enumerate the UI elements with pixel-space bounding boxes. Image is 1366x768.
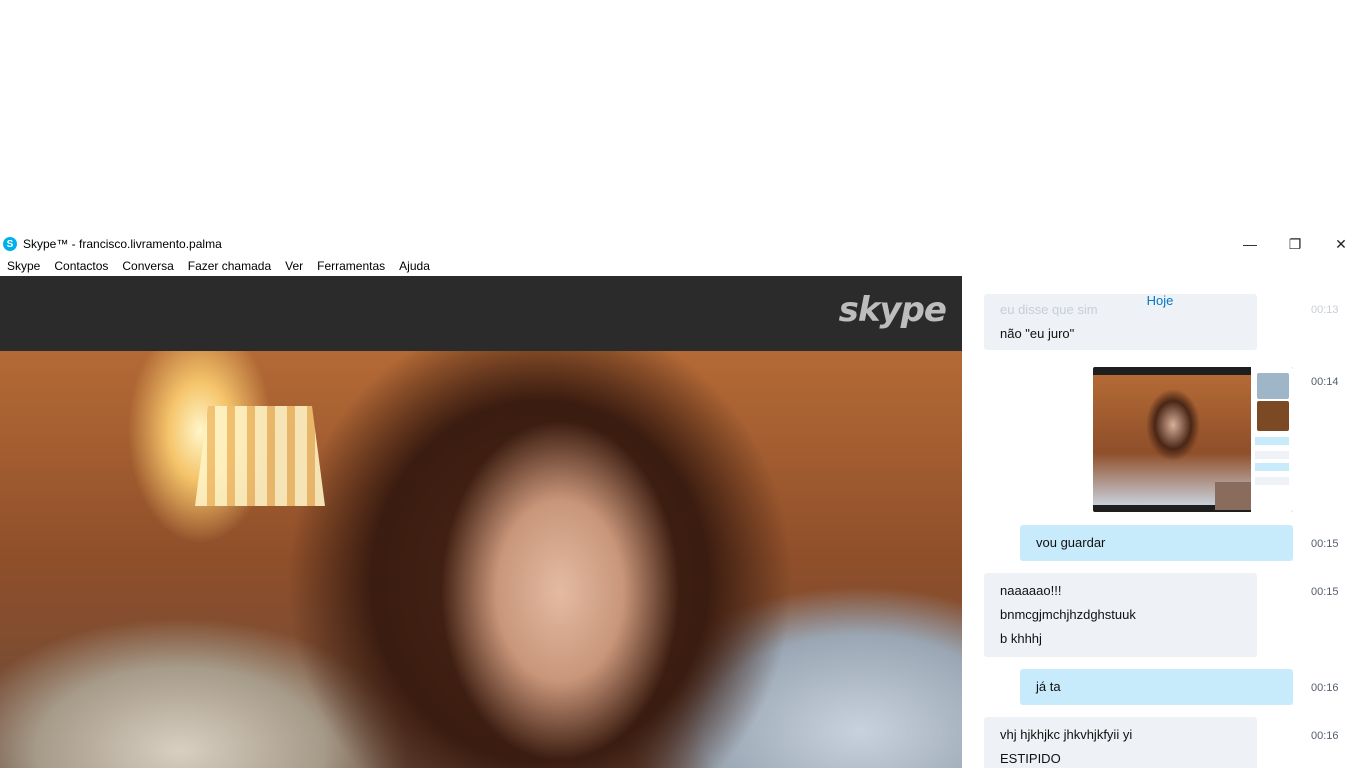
image-avatar <box>1257 401 1289 431</box>
shared-image[interactable] <box>1093 367 1293 512</box>
menu-ver[interactable]: Ver <box>278 259 310 273</box>
menu-conversa[interactable]: Conversa <box>115 259 180 273</box>
message-timestamp: 00:16 <box>1311 730 1339 742</box>
message-bubble-incoming: naaaaao!!! bnmcgjmchjhzdghstuuk b khhhj <box>984 573 1257 657</box>
message-timestamp: 00:14 <box>1311 376 1339 388</box>
message-line: ESTIPIDO <box>1000 751 1061 766</box>
image-self-view <box>1215 482 1251 510</box>
menu-ajuda[interactable]: Ajuda <box>392 259 437 273</box>
menu-fazer-chamada[interactable]: Fazer chamada <box>181 259 278 273</box>
menu-ferramentas[interactable]: Ferramentas <box>310 259 392 273</box>
lamp-shade <box>195 406 325 506</box>
minimize-button[interactable]: — <box>1227 232 1273 256</box>
close-button[interactable]: ✕ <box>1318 232 1364 256</box>
message-timestamp: 00:15 <box>1311 586 1339 598</box>
image-bubble <box>1255 477 1289 485</box>
window-title: Skype™ - francisco.livramento.palma <box>23 237 222 251</box>
menu-contactos[interactable]: Contactos <box>47 259 115 273</box>
message-line: bnmcgjmchjhzdghstuuk <box>1000 607 1136 622</box>
message-line: não "eu juro" <box>1000 326 1075 341</box>
video-header: skype <box>0 276 962 351</box>
image-avatar <box>1257 373 1289 399</box>
remote-video-feed[interactable] <box>0 351 962 768</box>
message-line: vou guardar <box>1036 535 1106 550</box>
message-bubble-outgoing: vou guardar <box>1020 525 1293 561</box>
message-bubble-incoming: vhj hjkhjkc jhkvhjkfyii yi ESTIPIDO <box>984 717 1257 768</box>
image-bubble <box>1255 451 1289 459</box>
skype-app-icon: S <box>3 237 17 251</box>
menu-bar: Skype Contactos Conversa Fazer chamada V… <box>0 256 1366 277</box>
date-label: Hoje <box>1146 293 1174 308</box>
message-line: vhj hjkhjkc jhkvhjkfyii yi <box>1000 727 1133 742</box>
message-line: b khhhj <box>1000 631 1042 646</box>
message-timestamp: 00:15 <box>1311 538 1339 550</box>
menu-skype[interactable]: Skype <box>0 259 47 273</box>
image-bubble <box>1255 463 1289 471</box>
message-timestamp: 00:16 <box>1311 682 1339 694</box>
message-line: naaaaao!!! <box>1000 583 1062 598</box>
message-line: já ta <box>1036 679 1061 694</box>
maximize-button[interactable]: ❐ <box>1272 232 1318 256</box>
title-bar: S Skype™ - francisco.livramento.palma — … <box>0 232 1366 256</box>
message-bubble-outgoing: já ta <box>1020 669 1293 705</box>
chat-pane: Hoje eu disse que sim não "eu juro" 00:1… <box>962 276 1366 768</box>
video-call-pane[interactable]: skype <box>0 276 962 768</box>
skype-logo: skype <box>838 290 947 330</box>
image-bubble <box>1255 437 1289 445</box>
